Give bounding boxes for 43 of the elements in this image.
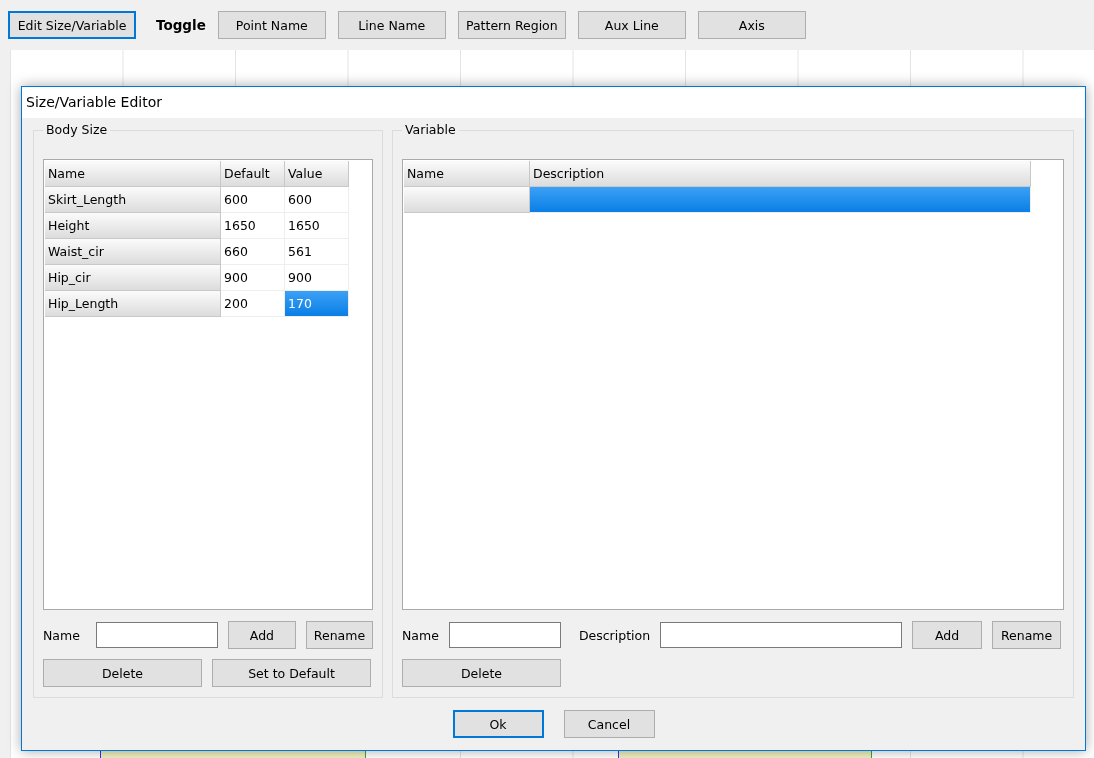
column-header[interactable]: Default xyxy=(221,161,285,187)
add-button[interactable]: Add xyxy=(227,621,296,649)
column-header[interactable]: Value xyxy=(285,161,349,187)
cancel-button[interactable]: Cancel xyxy=(563,710,655,738)
table-cell[interactable]: 660 xyxy=(221,239,285,265)
ok-button[interactable]: Ok xyxy=(452,710,544,738)
column-header[interactable]: Name xyxy=(45,161,221,187)
rename-button[interactable]: Rename xyxy=(992,621,1062,649)
column-header[interactable]: Name xyxy=(404,161,530,187)
toggle-button[interactable]: Aux Line xyxy=(577,11,686,39)
delete-button[interactable]: Delete xyxy=(43,659,202,687)
row-header[interactable]: Height xyxy=(45,213,221,239)
toggle-button[interactable]: Line Name xyxy=(337,11,446,39)
description-input-field[interactable] xyxy=(660,622,903,648)
group-title: Variable xyxy=(402,122,459,137)
table-cell[interactable]: 1650 xyxy=(285,213,349,239)
table-cell[interactable]: 900 xyxy=(221,265,285,291)
toggle-button[interactable]: Axis xyxy=(697,11,806,39)
name-input-field[interactable] xyxy=(448,622,561,648)
add-button[interactable]: Add xyxy=(912,621,983,649)
row-header[interactable]: Waist_cir xyxy=(45,239,221,265)
name-label: Name xyxy=(43,627,80,643)
table-cell[interactable] xyxy=(530,187,1031,213)
table-cell[interactable]: 1650 xyxy=(221,213,285,239)
edit-size-variable-button[interactable]: Edit Size/Variable xyxy=(8,11,136,39)
dialog-title: Size/Variable Editor xyxy=(22,87,1085,118)
table-cell[interactable]: 600 xyxy=(285,187,349,213)
name-input-field[interactable] xyxy=(95,622,218,648)
rename-button[interactable]: Rename xyxy=(305,621,373,649)
row-header[interactable]: Hip_Length xyxy=(45,291,221,317)
toggle-button[interactable]: Pattern Region xyxy=(457,11,566,39)
delete-button[interactable]: Delete xyxy=(402,659,561,687)
toggle-button[interactable]: Point Name xyxy=(217,11,326,39)
row-header[interactable]: Hip_cir xyxy=(45,265,221,291)
table-cell[interactable]: 600 xyxy=(221,187,285,213)
table-cell[interactable]: 561 xyxy=(285,239,349,265)
row-header[interactable]: Skirt_Length xyxy=(45,187,221,213)
set-to-default-button[interactable]: Set to Default xyxy=(212,659,371,687)
group-title: Body Size xyxy=(43,122,111,137)
description-label: Description xyxy=(578,627,651,643)
toggle-label: Toggle xyxy=(156,17,206,33)
name-label: Name xyxy=(402,627,439,643)
column-header[interactable]: Description xyxy=(530,161,1031,187)
